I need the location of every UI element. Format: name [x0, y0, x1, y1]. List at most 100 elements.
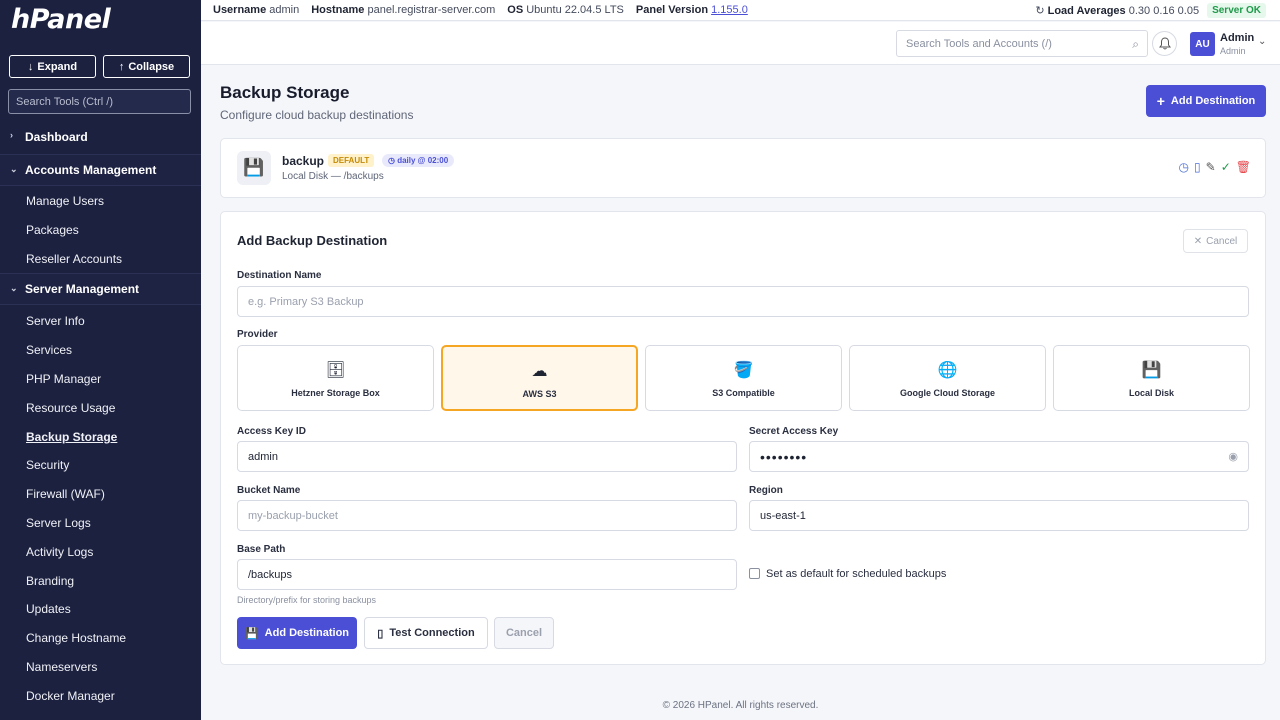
panel-version-link[interactable]: 1.155.0 [711, 4, 748, 16]
region-label: Region [749, 485, 783, 496]
cancel-top-button[interactable]: ✕ Cancel [1183, 229, 1248, 253]
arrow-down-icon: ↓ [27, 60, 34, 73]
add-destination-form: Add Backup Destination ✕ Cancel Destinat… [220, 211, 1266, 665]
global-search-input[interactable]: Search Tools and Accounts (/) ⌕ [896, 30, 1148, 57]
sidebar-item-firewall[interactable]: Firewall (WAF) [26, 487, 105, 501]
access-key-input[interactable]: admin [237, 441, 737, 472]
status-badge: Server OK [1207, 3, 1266, 18]
schedule-badge: ◷ daily @ 02:00 [382, 154, 455, 167]
cancel-button[interactable]: Cancel [494, 617, 554, 649]
refresh-icon: ↻ [1035, 5, 1045, 17]
save-icon: 💾 [244, 627, 259, 640]
load-averages-value: 0.30 0.16 0.05 [1128, 5, 1200, 17]
sidebar-item-server-info[interactable]: Server Info [26, 314, 85, 328]
provider-hetzner[interactable]: 🗄 Hetzner Storage Box [237, 345, 434, 411]
sidebar-item-nameservers[interactable]: Nameservers [26, 660, 97, 674]
access-key-label: Access Key ID [237, 426, 306, 437]
destination-name-label: Destination Name [237, 270, 322, 281]
user-role: Admin [1220, 46, 1246, 56]
provider-google-cloud[interactable]: 🌐 Google Cloud Storage [849, 345, 1046, 411]
bell-icon[interactable] [1152, 31, 1177, 56]
globe-icon: 🌐 [937, 362, 958, 379]
bucket-name-label: Bucket Name [237, 485, 301, 496]
chevron-right-icon: › [10, 130, 13, 140]
provider-aws-s3[interactable]: ☁ AWS S3 [441, 345, 638, 411]
destination-name-input[interactable]: e.g. Primary S3 Backup [237, 286, 1249, 317]
test-tube-icon[interactable]: ▯ [1194, 160, 1201, 174]
collapse-button[interactable]: ↑ Collapse [103, 55, 190, 78]
schedule-clock-icon[interactable]: ◷ [1179, 160, 1189, 174]
username-value: admin [269, 4, 300, 16]
destination-detail: Local Disk — /backups [282, 171, 384, 182]
sidebar-item-packages[interactable]: Packages [26, 223, 79, 237]
sidebar-item-server-logs[interactable]: Server Logs [26, 516, 91, 530]
test-tube-icon: ▯ [377, 627, 384, 640]
test-connection-button[interactable]: ▯ Test Connection [364, 617, 488, 649]
sidebar-item-reseller-accounts[interactable]: Reseller Accounts [26, 252, 122, 266]
provider-label: Provider [237, 329, 278, 340]
floppy-disk-icon: 💾 [237, 151, 271, 185]
expand-button[interactable]: ↓ Expand [9, 55, 96, 78]
page-subtitle: Configure cloud backup destinations [220, 108, 414, 122]
logo: hPanel [11, 4, 111, 35]
provider-s3-compatible[interactable]: 🪣 S3 Compatible [645, 345, 842, 411]
eye-icon[interactable]: ◉ [1228, 450, 1238, 463]
sidebar-section-server[interactable]: ⌄ Server Management [0, 273, 201, 305]
sidebar-item-updates[interactable]: Updates [26, 602, 71, 616]
cloud-icon: ☁ [531, 363, 548, 380]
trash-icon[interactable]: 🗑 [1236, 160, 1251, 174]
clock-icon: ◷ [388, 156, 395, 165]
default-badge: DEFAULT [328, 154, 375, 167]
form-title: Add Backup Destination [237, 233, 388, 248]
chevron-down-icon[interactable]: ⌄ [1258, 36, 1266, 47]
edit-pencil-icon[interactable]: ✎ [1206, 160, 1216, 174]
arrow-up-icon: ↑ [118, 60, 125, 73]
user-name[interactable]: Admin [1220, 32, 1254, 44]
plus-icon: + [1156, 93, 1165, 109]
server-info-bar: Username admin Hostname panel.registrar-… [201, 0, 1280, 21]
sidebar-item-backup-storage[interactable]: Backup Storage [26, 430, 117, 444]
floppy-disk-icon: 💾 [1141, 362, 1162, 379]
avatar[interactable]: AU [1190, 32, 1215, 56]
destination-card: 💾 backup DEFAULT ◷ daily @ 02:00 Local D… [220, 138, 1266, 198]
secret-key-label: Secret Access Key [749, 426, 839, 437]
add-destination-header-button[interactable]: + Add Destination [1146, 85, 1266, 117]
region-input[interactable]: us-east-1 [749, 500, 1249, 531]
default-checkbox-label[interactable]: Set as default for scheduled backups [766, 568, 946, 580]
default-checkbox[interactable] [749, 568, 760, 579]
sidebar-section-accounts[interactable]: ⌄ Accounts Management [0, 154, 201, 186]
hostname-value: panel.registrar-server.com [367, 4, 496, 16]
close-icon: ✕ [1193, 235, 1203, 247]
sidebar-search-input[interactable]: Search Tools (Ctrl /) [8, 89, 191, 114]
chevron-down-icon: ⌄ [10, 283, 18, 293]
footer: © 2026 HPanel. All rights reserved. [662, 700, 819, 711]
chevron-down-icon: ⌄ [10, 164, 18, 174]
base-path-input[interactable]: /backups [237, 559, 737, 590]
sidebar-item-php-manager[interactable]: PHP Manager [26, 372, 101, 386]
header: Search Tools and Accounts (/) ⌕ AU Admin… [201, 22, 1280, 65]
sidebar-item-resource-usage[interactable]: Resource Usage [26, 401, 115, 415]
secret-key-input[interactable]: •••••••• ◉ [749, 441, 1249, 472]
base-path-hint: Directory/prefix for storing backups [237, 595, 377, 605]
check-circle-icon[interactable]: ✓ [1221, 160, 1231, 174]
sidebar-item-activity-logs[interactable]: Activity Logs [26, 545, 93, 559]
os-value: Ubuntu 22.04.5 LTS [526, 4, 624, 16]
sidebar-item-branding[interactable]: Branding [26, 574, 74, 588]
base-path-label: Base Path [237, 544, 286, 555]
destination-name: backup [282, 154, 325, 168]
destination-actions: ◷ ▯ ✎ ✓ 🗑 [1179, 160, 1251, 174]
page-title: Backup Storage [220, 83, 350, 102]
sidebar: hPanel ↓ Expand ↑ Collapse Search Tools … [0, 0, 201, 720]
sidebar-item-dashboard[interactable]: › Dashboard [0, 121, 201, 153]
bucket-icon: 🪣 [733, 362, 754, 379]
search-icon: ⌕ [1132, 37, 1139, 51]
add-destination-submit-button[interactable]: 💾 Add Destination [237, 617, 357, 649]
sidebar-item-docker-manager[interactable]: Docker Manager [26, 689, 115, 703]
server-icon: 🗄 [325, 362, 346, 379]
sidebar-item-change-hostname[interactable]: Change Hostname [26, 631, 126, 645]
sidebar-item-security[interactable]: Security [26, 458, 69, 472]
sidebar-item-manage-users[interactable]: Manage Users [26, 194, 104, 208]
bucket-name-input[interactable]: my-backup-bucket [237, 500, 737, 531]
sidebar-item-services[interactable]: Services [26, 343, 72, 357]
provider-local-disk[interactable]: 💾 Local Disk [1053, 345, 1250, 411]
